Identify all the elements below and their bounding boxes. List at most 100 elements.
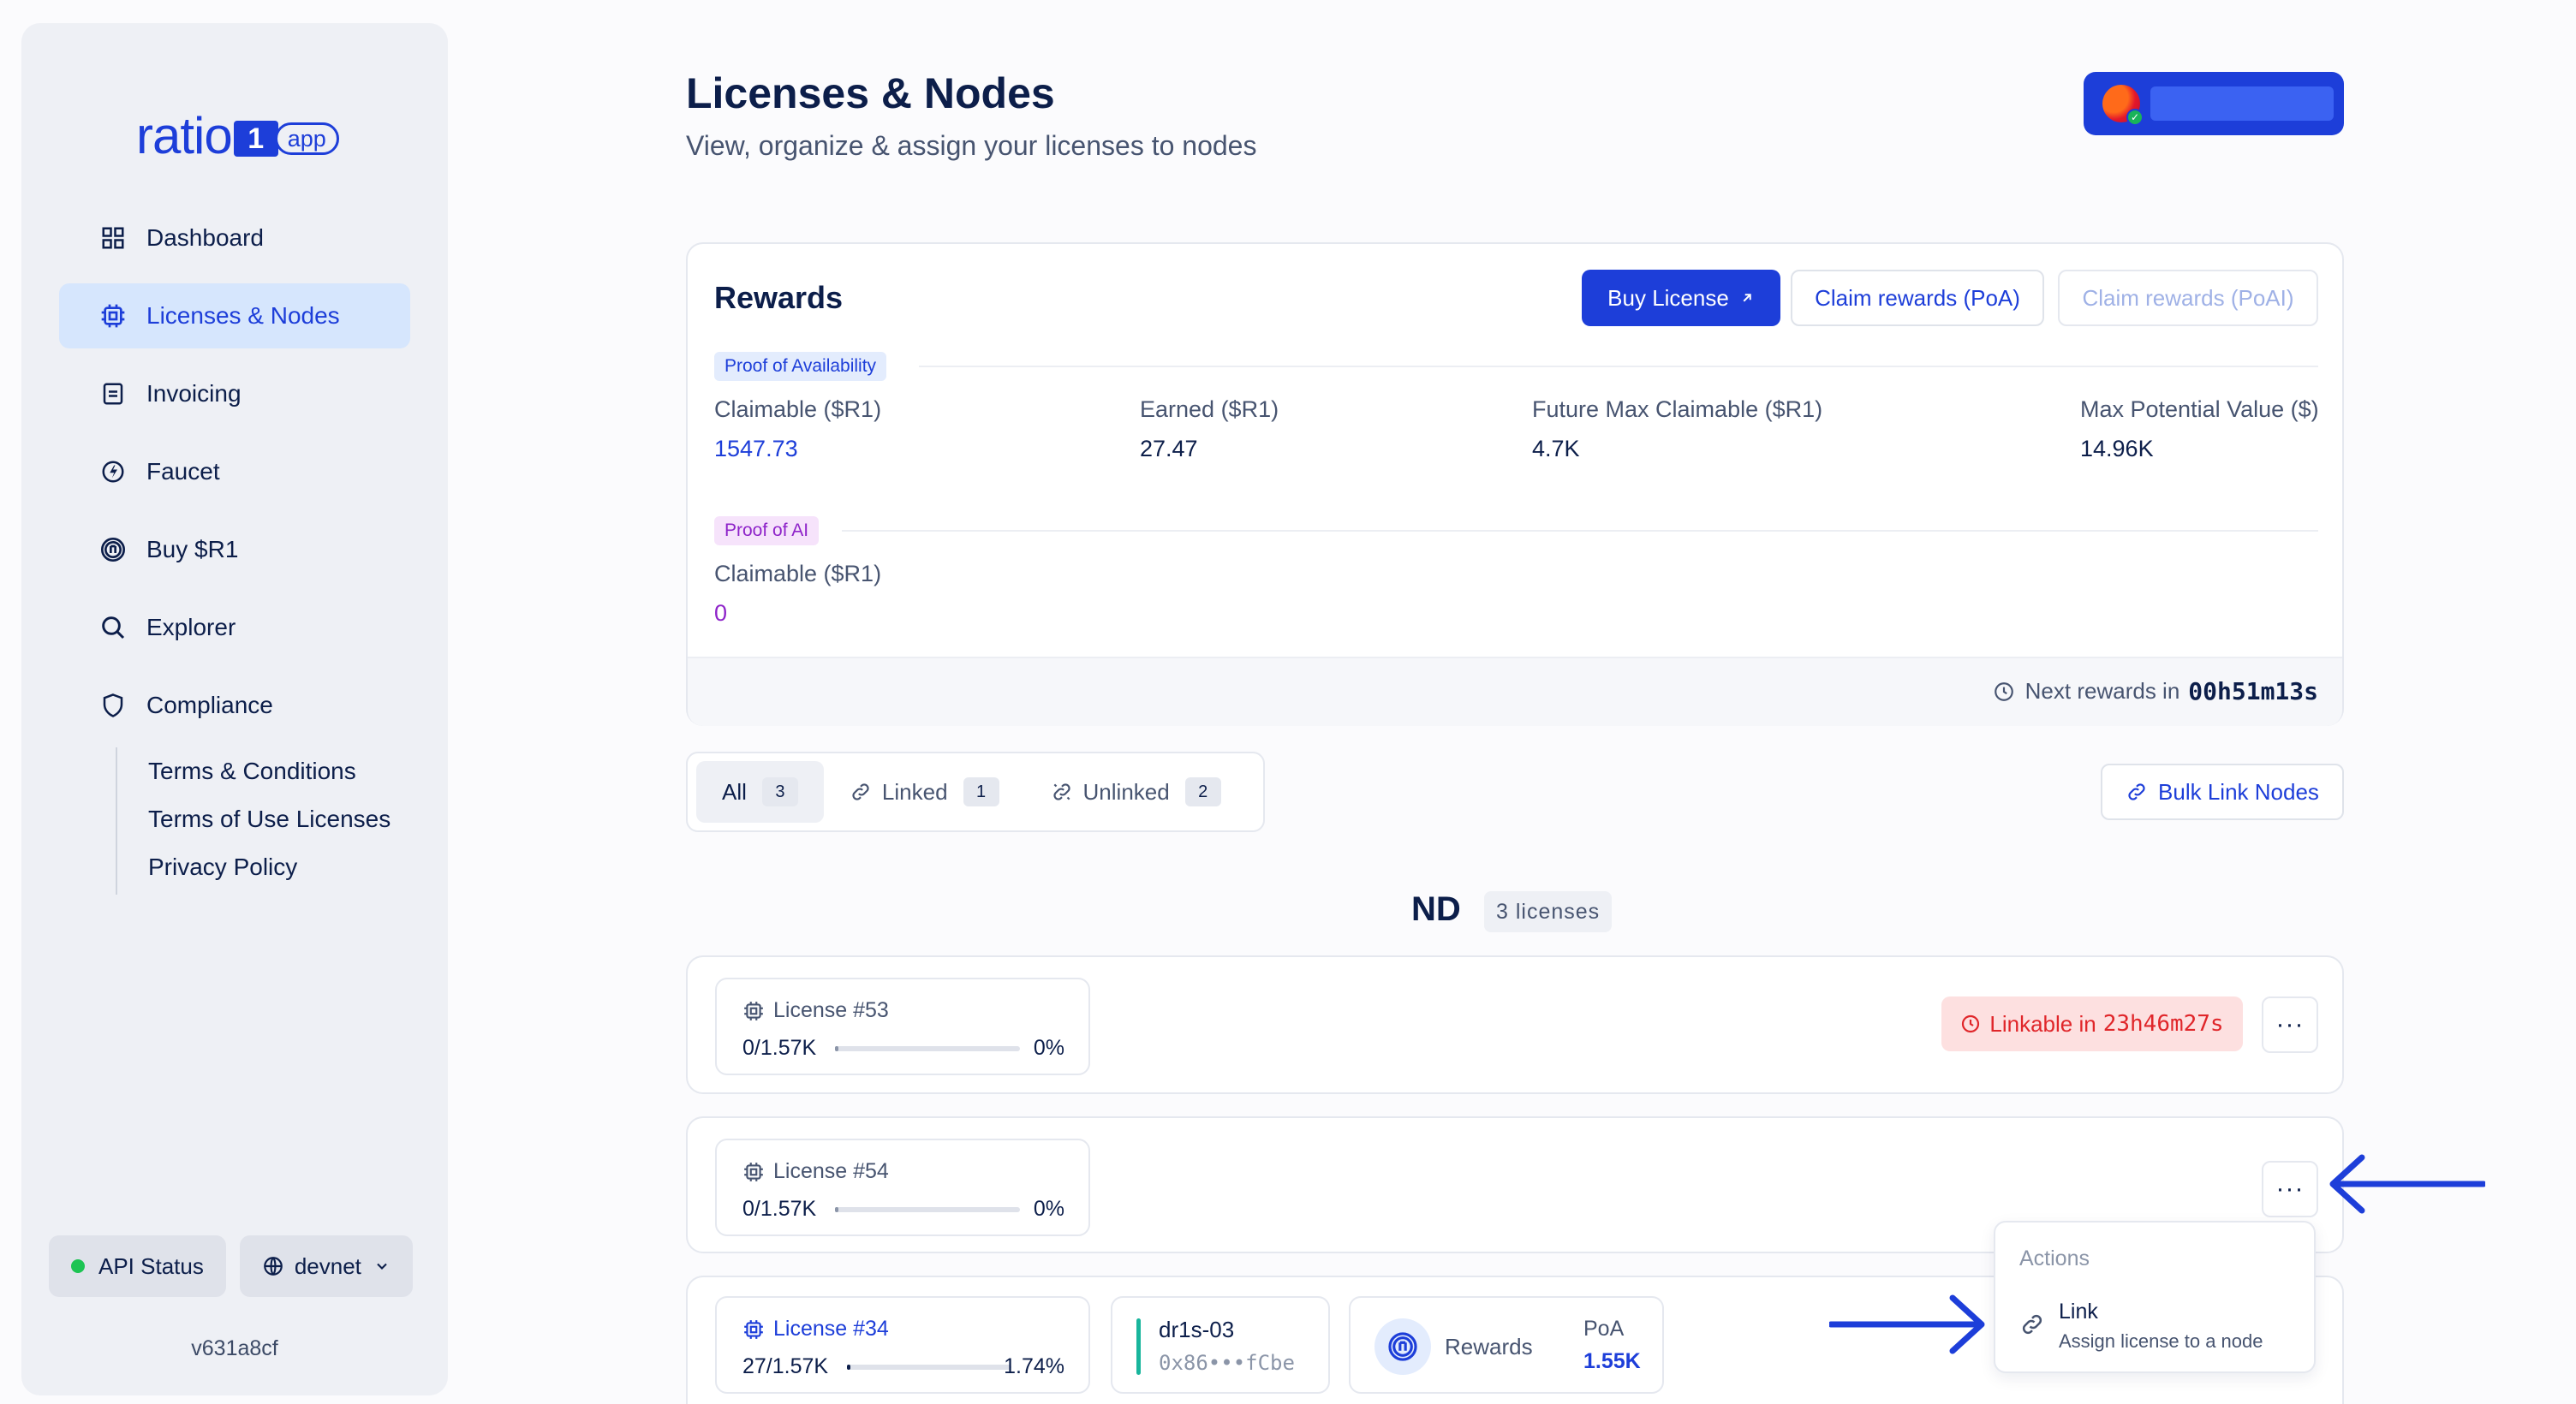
license-row: License #53 0/1.57K 0% Linkable in 23h46…: [686, 955, 2344, 1094]
external-arrow-icon: [1739, 290, 1755, 306]
sidebar-nav: Dashboard Licenses & Nodes Invoicing Fau…: [59, 205, 410, 751]
clock-icon: [1960, 1014, 1981, 1034]
right-arrow-annotation-icon: [1829, 1294, 1985, 1354]
api-status-label: API Status: [98, 1252, 204, 1279]
usage-percent: 0%: [1033, 1197, 1064, 1221]
more-dots-icon: ···: [2275, 1010, 2305, 1038]
license-name[interactable]: License #34: [742, 1317, 889, 1342]
page-subtitle: View, organize & assign your licenses to…: [686, 130, 1257, 161]
globe-icon: [262, 1255, 284, 1277]
chip-icon: [742, 1000, 765, 1022]
wallet-address-redacted: [2150, 86, 2334, 121]
sidebar-item-label: Buy $R1: [146, 536, 239, 562]
api-status-button[interactable]: API Status: [49, 1235, 226, 1297]
tab-linked[interactable]: Linked 1: [824, 761, 1025, 823]
divider: [842, 530, 2318, 532]
privacy-policy-link[interactable]: Privacy Policy: [148, 843, 391, 891]
poa-label: PoA: [1583, 1317, 1625, 1341]
sidebar-item-licenses-nodes[interactable]: Licenses & Nodes: [59, 283, 410, 348]
tab-all[interactable]: All 3: [696, 761, 824, 823]
license-usage: 0/1.57K: [742, 1036, 817, 1060]
poai-claimable-label: Claimable ($R1): [714, 561, 882, 586]
tab-count: 1: [963, 777, 999, 806]
buy-license-label: Buy License: [1607, 284, 1729, 311]
link-action-description: Assign license to a node: [2059, 1330, 2263, 1352]
sidebar-footer: API Status devnet: [49, 1235, 413, 1297]
sidebar-item-buy-r1[interactable]: Buy $R1: [59, 517, 410, 582]
sidebar-item-invoicing[interactable]: Invoicing: [59, 361, 410, 426]
tab-unlinked[interactable]: Unlinked 2: [1025, 761, 1247, 823]
poa-claimable-value: 1547.73: [714, 436, 798, 461]
poa-value: 1.55K: [1583, 1349, 1641, 1373]
buy-license-button[interactable]: Buy License: [1582, 270, 1780, 326]
claim-rewards-poa-button[interactable]: Claim rewards (PoA): [1791, 270, 2044, 326]
nd-section-title: ND: [1411, 890, 1461, 928]
poa-tag: Proof of Availability: [714, 352, 887, 381]
sidebar-item-compliance[interactable]: Compliance: [59, 673, 410, 738]
compliance-subnav: Terms & Conditions Terms of Use Licenses…: [116, 747, 391, 895]
license-card[interactable]: License #53 0/1.57K 0%: [715, 978, 1090, 1075]
sidebar-item-explorer[interactable]: Explorer: [59, 595, 410, 660]
sidebar-item-label: Faucet: [146, 458, 220, 485]
max-potential-value-label: Max Potential Value ($): [2080, 396, 2319, 422]
chip-icon: [742, 1318, 765, 1341]
rewards-label: Rewards: [1445, 1334, 1533, 1359]
coin-icon: [1374, 1318, 1431, 1375]
sidebar-item-label: Invoicing: [146, 380, 242, 407]
app-logo[interactable]: ratio 1 app: [136, 88, 339, 182]
more-options-button[interactable]: ···: [2262, 1161, 2318, 1217]
node-card[interactable]: dr1s-03 0x86•••fCbe: [1111, 1296, 1330, 1394]
faucet-icon: [98, 457, 128, 486]
divider: [919, 366, 2318, 367]
link-icon: [2126, 781, 2148, 803]
clock-icon: [1993, 681, 2015, 703]
tab-label: All: [722, 778, 747, 805]
grid-icon: [98, 223, 128, 253]
future-max-claimable-label: Future Max Claimable ($R1): [1532, 396, 1823, 422]
usage-percent: 0%: [1033, 1036, 1064, 1060]
linkable-countdown-badge: Linkable in 23h46m27s: [1941, 996, 2243, 1051]
poa-earned-label: Earned ($R1): [1140, 396, 1279, 422]
node-status-stripe: [1136, 1318, 1141, 1375]
left-arrow-annotation-icon: [2329, 1154, 2485, 1214]
sidebar-item-label: Dashboard: [146, 224, 264, 251]
usage-progress-fill: [847, 1365, 850, 1370]
next-rewards-label: Next rewards in: [2024, 678, 2180, 704]
link-action-item[interactable]: Link Assign license to a node: [2009, 1291, 2304, 1361]
claim-rewards-poai-button[interactable]: Claim rewards (PoAI): [2058, 270, 2318, 326]
document-icon: [98, 379, 128, 408]
chevron-down-icon: [373, 1258, 391, 1275]
unlink-icon: [1051, 781, 1073, 803]
sidebar-item-label: Compliance: [146, 692, 273, 718]
usage-percent: 1.74%: [1004, 1354, 1064, 1378]
usage-progress-fill: [835, 1046, 839, 1051]
node-name: dr1s-03: [1159, 1317, 1235, 1342]
rewards-footer: Next rewards in 00h51m13s: [688, 657, 2342, 726]
chip-icon: [742, 1161, 765, 1183]
license-card[interactable]: License #54 0/1.57K 0%: [715, 1139, 1090, 1236]
app-version: v631a8cf: [191, 1336, 278, 1360]
shield-icon: [98, 691, 128, 720]
logo-word: ratio: [136, 106, 233, 164]
bulk-link-nodes-button[interactable]: Bulk Link Nodes: [2101, 764, 2344, 820]
wallet-button[interactable]: ✓: [2084, 72, 2344, 135]
max-potential-value: 14.96K: [2080, 436, 2154, 461]
license-name: License #53: [742, 998, 889, 1023]
actions-dropdown: Actions Link Assign license to a node: [1994, 1221, 2316, 1373]
terms-of-use-licenses-link[interactable]: Terms of Use Licenses: [148, 795, 391, 843]
sidebar-item-faucet[interactable]: Faucet: [59, 439, 410, 504]
terms-conditions-link[interactable]: Terms & Conditions: [148, 747, 391, 795]
more-options-button[interactable]: ···: [2262, 996, 2318, 1053]
usage-progress-bar: [835, 1207, 1020, 1212]
license-card[interactable]: License #34 27/1.57K 1.74%: [715, 1296, 1090, 1394]
sidebar-item-dashboard[interactable]: Dashboard: [59, 205, 410, 271]
license-usage: 0/1.57K: [742, 1197, 817, 1221]
link-icon: [850, 781, 872, 803]
network-select[interactable]: devnet: [239, 1235, 413, 1297]
nd-license-count: 3 licenses: [1484, 891, 1613, 932]
bulk-link-label: Bulk Link Nodes: [2158, 778, 2319, 805]
tab-label: Linked: [881, 778, 948, 805]
logo-app-badge: app: [274, 122, 339, 155]
usage-progress-fill: [835, 1207, 839, 1212]
license-label: License #53: [773, 998, 889, 1022]
